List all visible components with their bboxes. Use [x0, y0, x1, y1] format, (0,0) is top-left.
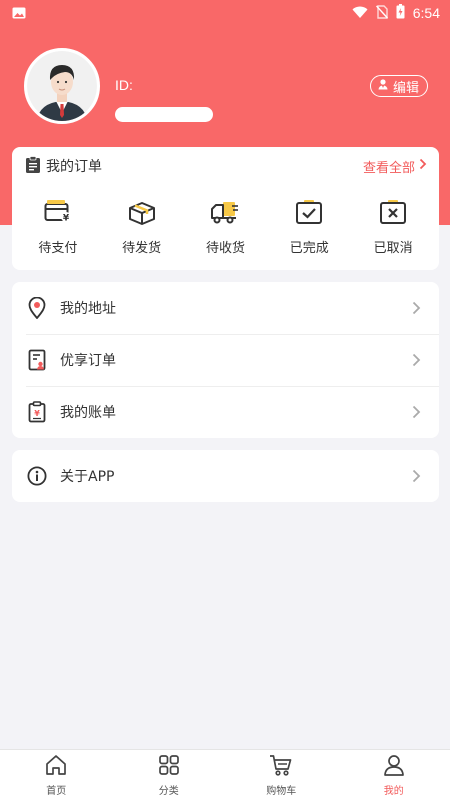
- menu-item-label: 优享订单: [60, 353, 116, 369]
- menu-item-about-app[interactable]: 关于APP: [12, 450, 439, 502]
- cart-icon: [269, 754, 293, 779]
- order-status-label: 待支付: [38, 241, 78, 256]
- chevron-right-icon: [409, 469, 423, 483]
- bill-icon: ¥: [26, 401, 48, 423]
- home-icon: [45, 754, 67, 779]
- avatar[interactable]: [24, 48, 100, 124]
- location-icon: [26, 297, 48, 319]
- truck-icon: [210, 199, 240, 229]
- wifi-icon: [352, 4, 368, 23]
- order-status-label: 待发货: [122, 241, 162, 256]
- menu-item-label: 关于APP: [60, 469, 115, 485]
- status-bar: 6:54: [0, 0, 450, 26]
- nav-label: 购物车: [266, 785, 297, 797]
- edit-profile-button[interactable]: 编辑: [370, 75, 429, 97]
- wallet-icon: ¥: [44, 199, 72, 229]
- user-edit-icon: [377, 78, 389, 94]
- menu-item-premium-orders[interactable]: 优享订单: [12, 334, 439, 386]
- nav-label: 首页: [46, 785, 67, 797]
- nav-label: 我的: [383, 785, 404, 797]
- about-card: 关于APP: [12, 450, 439, 502]
- order-status-to-ship[interactable]: 待发货: [107, 199, 177, 256]
- order-doc-icon: [26, 349, 48, 371]
- user-name-placeholder: [115, 107, 213, 122]
- menu-item-label: 我的账单: [60, 405, 116, 421]
- info-icon: [26, 465, 48, 487]
- menu-item-my-bills[interactable]: ¥ 我的账单: [12, 386, 439, 438]
- svg-text:¥: ¥: [34, 409, 40, 418]
- chevron-right-icon: [409, 301, 423, 315]
- orders-header: 我的订单 查看全部: [12, 147, 439, 185]
- nav-item-cart[interactable]: 购物车: [241, 754, 321, 797]
- grid-icon: [158, 754, 180, 779]
- nav-item-category[interactable]: 分类: [129, 754, 209, 797]
- bottom-nav: 首页 分类 购物车 我的: [0, 749, 450, 800]
- box-icon: [127, 199, 157, 229]
- order-status-cancelled[interactable]: 已取消: [358, 199, 428, 256]
- chevron-right-icon: [409, 405, 423, 419]
- order-status-to-receive[interactable]: 待收货: [190, 199, 260, 256]
- order-status-completed[interactable]: 已完成: [274, 199, 344, 256]
- user-id-label: ID:: [115, 77, 133, 93]
- view-all-orders-link[interactable]: 查看全部: [363, 157, 427, 176]
- menu-item-label: 我的地址: [60, 301, 116, 317]
- clipboard-icon: [26, 155, 40, 177]
- orders-title-group: 我的订单: [26, 155, 102, 177]
- check-box-icon: [295, 199, 323, 229]
- cancel-box-icon: [379, 199, 407, 229]
- edit-label: 编辑: [393, 80, 420, 96]
- order-status-label: 待收货: [205, 241, 245, 256]
- battery-icon: [396, 3, 405, 23]
- orders-card: 我的订单 查看全部 ¥ 待支付 待发货 待收货 已完成 已取消: [12, 147, 439, 270]
- orders-title: 我的订单: [46, 159, 102, 175]
- menu-card: 我的地址 优享订单 ¥ 我的账单: [12, 282, 439, 438]
- svg-text:¥: ¥: [63, 214, 70, 224]
- image-icon: [12, 4, 26, 23]
- user-icon: [383, 754, 405, 779]
- nav-label: 分类: [158, 785, 179, 797]
- order-status-pending-payment[interactable]: ¥ 待支付: [23, 199, 93, 256]
- chevron-right-icon: [409, 353, 423, 367]
- menu-item-my-address[interactable]: 我的地址: [12, 282, 439, 334]
- view-all-label: 查看全部: [362, 160, 415, 176]
- nav-item-mine[interactable]: 我的: [354, 754, 434, 797]
- nav-item-home[interactable]: 首页: [16, 754, 96, 797]
- chevron-right-icon: [419, 158, 427, 174]
- order-status-row: ¥ 待支付 待发货 待收货 已完成 已取消: [12, 199, 439, 256]
- order-status-label: 已取消: [373, 241, 413, 256]
- clock: 6:54: [412, 5, 440, 21]
- order-status-label: 已完成: [289, 241, 329, 256]
- no-sim-icon: [375, 4, 388, 23]
